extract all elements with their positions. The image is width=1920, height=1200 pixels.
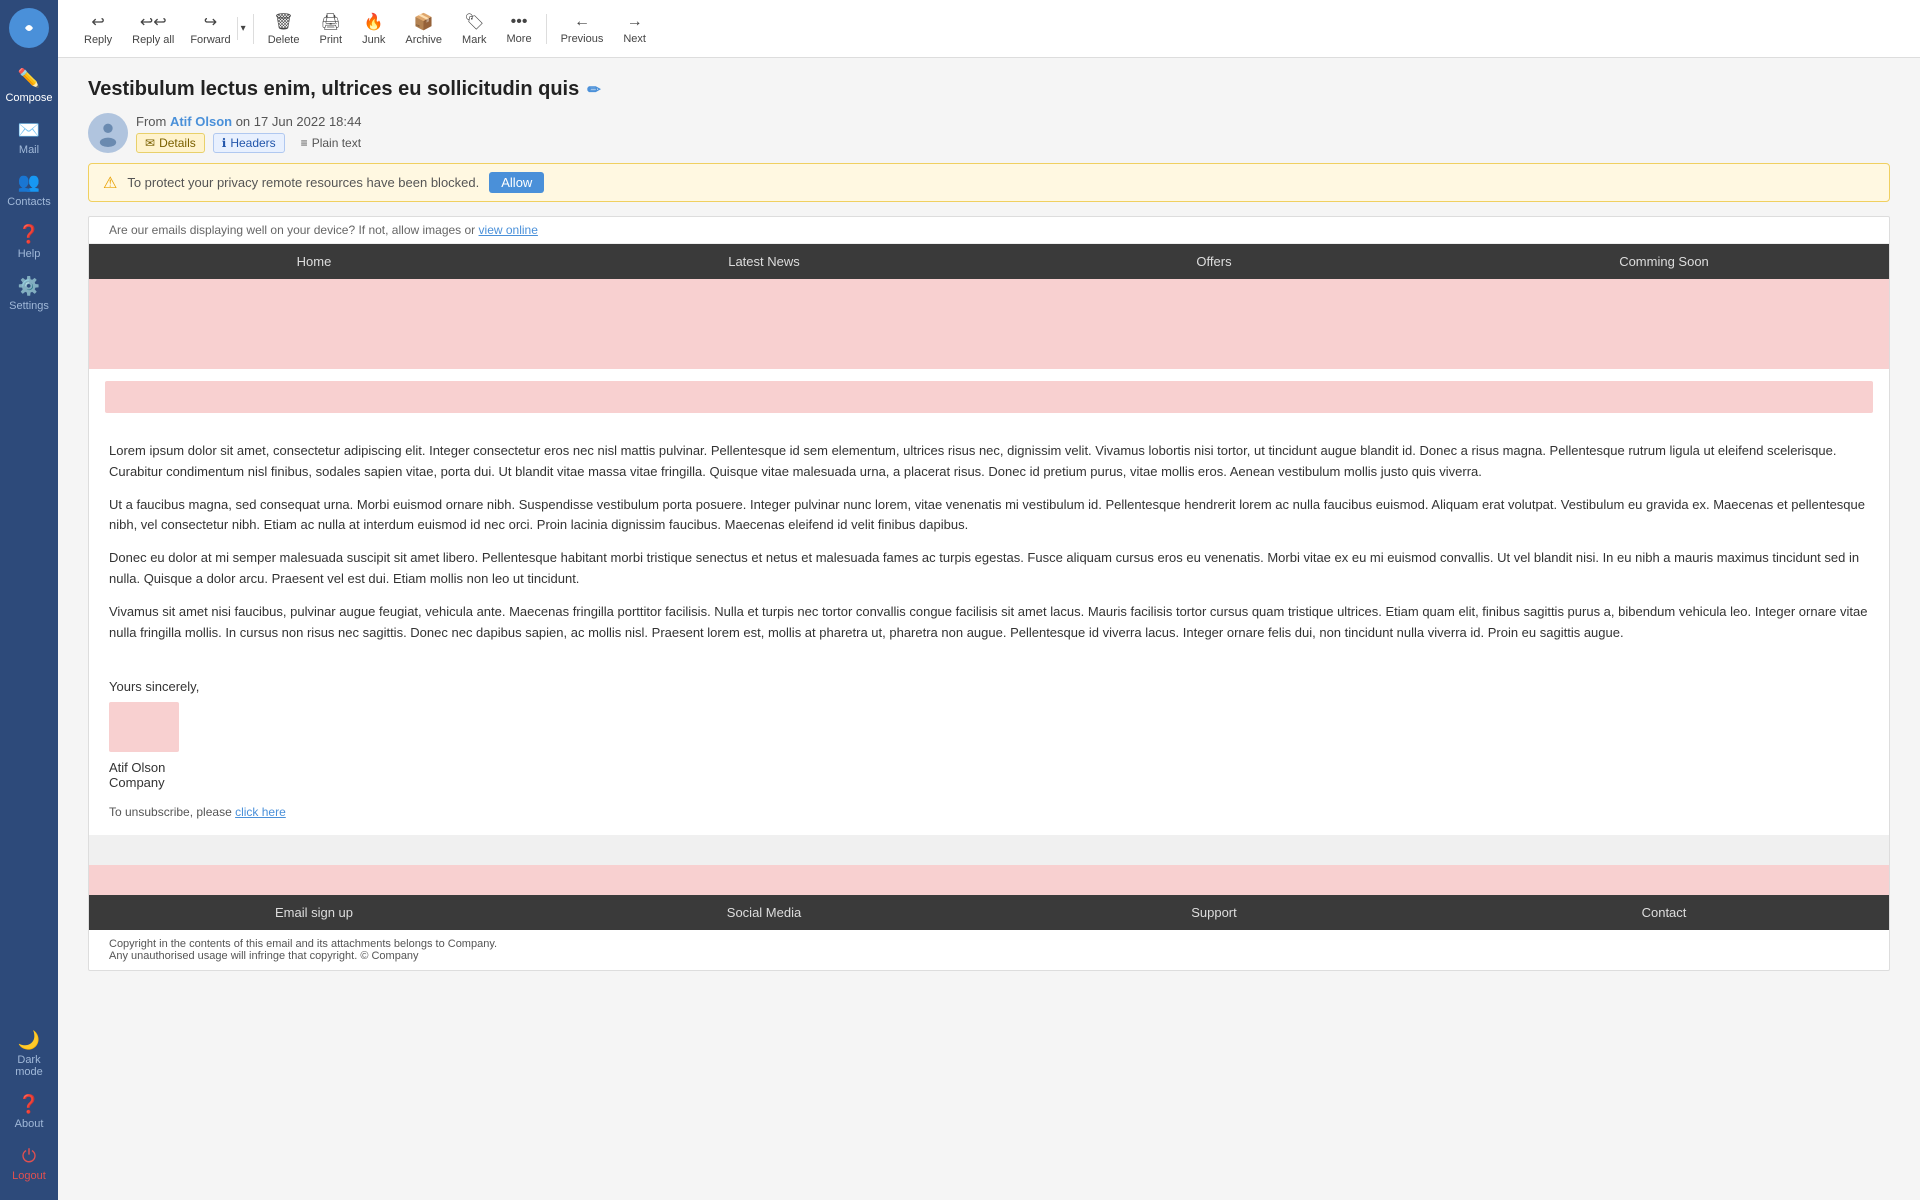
previous-icon: ← (574, 13, 590, 31)
email-signature: Yours sincerely, Atif Olson Company To u… (89, 671, 1889, 835)
reply-all-icon: ↩↩ (140, 12, 167, 32)
footer-nav-support: Support (989, 895, 1439, 930)
sidebar: ✏️ Compose ✉️ Mail 👥 Contacts ❓ Help ⚙️ … (0, 0, 58, 1200)
signature-image (109, 702, 179, 752)
footer-nav-signup: Email sign up (89, 895, 539, 930)
email-area: Vestibulum lectus enim, ultrices eu soll… (58, 58, 1920, 1200)
email-meta: From Atif Olson on 17 Jun 2022 18:44 ✉ D… (88, 113, 1890, 153)
plaintext-button[interactable]: ≡ Plain text (293, 134, 369, 152)
email-nav-offers: Offers (989, 244, 1439, 279)
print-icon: 🖨 (321, 12, 341, 32)
email-subject: Vestibulum lectus enim, ultrices eu soll… (88, 78, 1890, 101)
about-icon: ❓ (18, 1094, 40, 1115)
allow-button[interactable]: Allow (489, 172, 544, 193)
forward-icon: ↪ (204, 12, 217, 32)
contacts-icon: 👥 (18, 172, 40, 193)
privacy-bar: ⚠ To protect your privacy remote resourc… (88, 163, 1890, 202)
delete-icon: 🗑 (273, 12, 293, 32)
from-line: From Atif Olson on 17 Jun 2022 18:44 (136, 114, 369, 129)
mark-button[interactable]: 🏷 Mark (452, 6, 496, 52)
archive-button[interactable]: 📦 Archive (395, 6, 452, 52)
forward-button[interactable]: ↪ Forward (184, 6, 236, 52)
next-button[interactable]: → Next (613, 7, 656, 51)
footer-pink-band (89, 865, 1889, 895)
details-icon: ✉ (145, 136, 155, 150)
sidebar-item-compose[interactable]: ✏️ Compose (0, 60, 58, 112)
junk-icon: 🔥 (364, 12, 384, 32)
sender-name-link[interactable]: Atif Olson (170, 114, 232, 129)
headers-icon: ℹ (222, 136, 227, 150)
next-icon: → (627, 13, 643, 31)
sidebar-item-logout[interactable]: ⏻ Logout (0, 1138, 58, 1190)
email-nav-bar: Home Latest News Offers Comming Soon (89, 244, 1889, 279)
delete-button[interactable]: 🗑 Delete (258, 6, 310, 52)
unsubscribe-link[interactable]: click here (235, 805, 286, 819)
toolbar-separator-2 (546, 14, 547, 44)
footer-spacer (89, 835, 1889, 865)
compose-icon: ✏️ (18, 68, 40, 89)
previous-button[interactable]: ← Previous (551, 7, 614, 51)
email-hero-banner (89, 279, 1889, 369)
help-icon: ❓ (18, 224, 40, 245)
email-body-text: Lorem ipsum dolor sit amet, consectetur … (89, 425, 1889, 671)
forward-button-group: ↪ Forward ▾ (184, 6, 248, 52)
unsubscribe-line: To unsubscribe, please click here (109, 805, 1869, 819)
email-top-note: Are our emails displaying well on your d… (89, 217, 1889, 244)
footer-nav-contact: Contact (1439, 895, 1889, 930)
mark-icon: 🏷 (464, 12, 484, 32)
settings-icon: ⚙️ (18, 276, 40, 297)
main-area: ↩ Reply ↩↩ Reply all ↪ Forward ▾ 🗑 Delet… (58, 0, 1920, 1200)
from-info: From Atif Olson on 17 Jun 2022 18:44 ✉ D… (136, 114, 369, 153)
details-button[interactable]: ✉ Details (136, 133, 205, 153)
plaintext-icon: ≡ (301, 136, 308, 150)
reply-icon: ↩ (91, 12, 104, 32)
email-sub-banner (105, 381, 1873, 413)
reply-all-button[interactable]: ↩↩ Reply all (122, 6, 184, 52)
footer-nav-social: Social Media (539, 895, 989, 930)
reply-button[interactable]: ↩ Reply (74, 6, 122, 52)
more-icon: ••• (511, 13, 528, 31)
sidebar-item-settings[interactable]: ⚙️ Settings (0, 268, 58, 320)
email-body-card: Are our emails displaying well on your d… (88, 216, 1890, 971)
email-nav-home: Home (89, 244, 539, 279)
avatar (88, 113, 128, 153)
more-button[interactable]: ••• More (497, 7, 542, 51)
view-online-link[interactable]: view online (479, 223, 538, 237)
email-copyright: Copyright in the contents of this email … (89, 930, 1889, 970)
app-logo (9, 8, 49, 48)
headers-button[interactable]: ℹ Headers (213, 133, 285, 153)
logout-icon: ⏻ (22, 1146, 36, 1167)
sidebar-item-darkmode[interactable]: 🌙 Dark mode (0, 1022, 58, 1086)
warning-icon: ⚠ (103, 173, 117, 193)
sidebar-item-about[interactable]: ❓ About (0, 1086, 58, 1138)
archive-icon: 📦 (414, 12, 434, 32)
sidebar-item-help[interactable]: ❓ Help (0, 216, 58, 268)
email-footer-nav: Email sign up Social Media Support Conta… (89, 895, 1889, 930)
toolbar: ↩ Reply ↩↩ Reply all ↪ Forward ▾ 🗑 Delet… (58, 0, 1920, 58)
email-actions-row: ✉ Details ℹ Headers ≡ Plain text (136, 133, 369, 153)
mail-icon: ✉️ (18, 120, 40, 141)
sidebar-item-mail[interactable]: ✉️ Mail (0, 112, 58, 164)
forward-dropdown-button[interactable]: ▾ (237, 17, 249, 40)
sidebar-item-contacts[interactable]: 👥 Contacts (0, 164, 58, 216)
moon-icon: 🌙 (18, 1030, 40, 1051)
print-button[interactable]: 🖨 Print (309, 6, 352, 52)
toolbar-separator-1 (253, 14, 254, 44)
junk-button[interactable]: 🔥 Junk (352, 6, 395, 52)
edit-subject-icon[interactable]: ✏ (587, 80, 600, 100)
email-nav-comingsoon: Comming Soon (1439, 244, 1889, 279)
email-nav-latestnews: Latest News (539, 244, 989, 279)
sidebar-bottom: 🌙 Dark mode ❓ About ⏻ Logout (0, 1022, 58, 1200)
